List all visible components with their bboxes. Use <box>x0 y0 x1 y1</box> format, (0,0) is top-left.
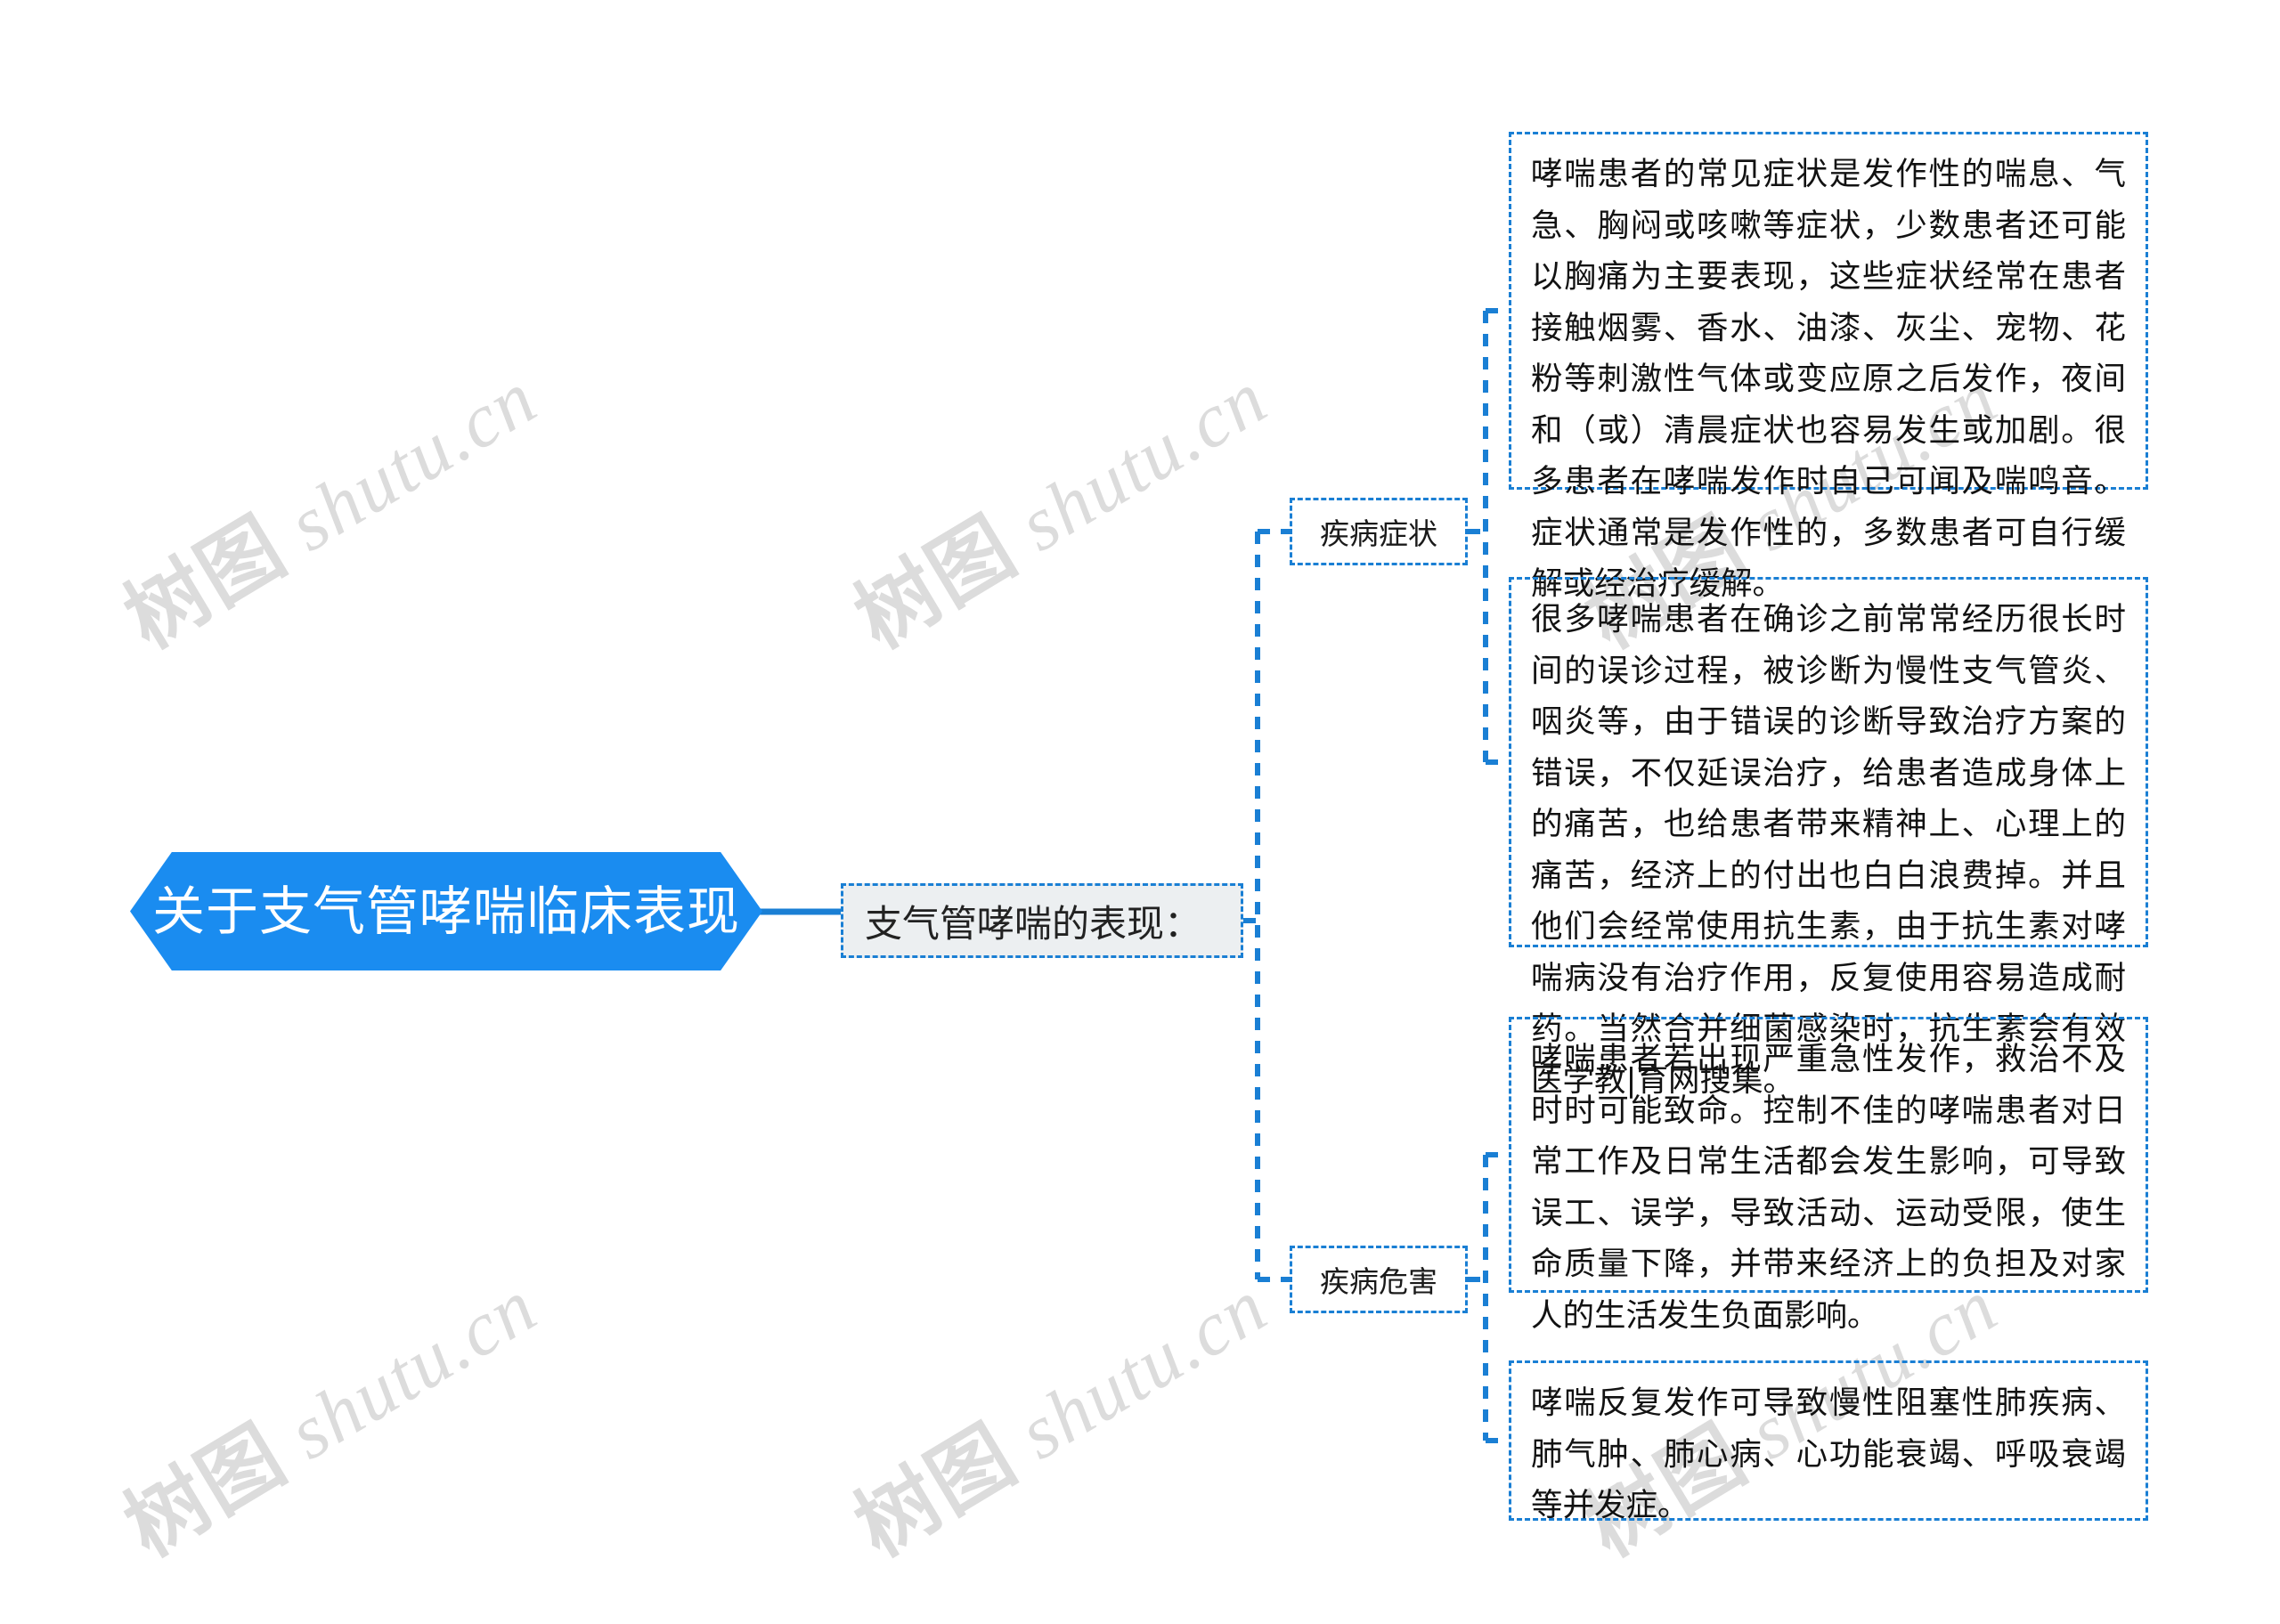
watermark-tile: 树图 shutu.cn <box>829 1240 1284 1579</box>
level2-node-disease-symptoms[interactable]: 疾病症状 <box>1290 498 1468 565</box>
watermark-latin: shutu.cn <box>273 353 551 568</box>
watermark-cjk: 树图 <box>839 499 1032 667</box>
root-node-label: 关于支气管哮喘临床表现 <box>151 880 740 942</box>
mindmap-canvas: 树图 shutu.cn 树图 shutu.cn 树图 shutu.cn 树图 s… <box>0 0 2280 1624</box>
watermark-tile: 树图 shutu.cn <box>99 332 554 670</box>
watermark-latin: shutu.cn <box>1004 1262 1282 1476</box>
level2-node-disease-harm[interactable]: 疾病危害 <box>1290 1246 1468 1313</box>
leaf-node-harm-detail-1[interactable]: 哮喘患者若出现严重急性发作，救治不及时时可能致命。控制不佳的哮喘患者对日常工作及… <box>1509 1017 2148 1334</box>
watermark-latin: shutu.cn <box>1004 353 1282 568</box>
level2-node-label: 疾病症状 <box>1320 516 1437 551</box>
level1-node-manifestations[interactable]: 支气管哮喘的表现： <box>841 883 1243 958</box>
leaf-node-text: 哮喘反复发作可导致慢性阻塞性肺疾病、肺气肿、肺心病、心功能衰竭、呼吸衰竭等并发症… <box>1531 1384 2126 1523</box>
watermark-cjk: 树图 <box>109 499 302 667</box>
leaf-node-symptoms-detail-1[interactable]: 哮喘患者的常见症状是发作性的喘息、气急、胸闷或咳嗽等症状，少数患者还可能以胸痛为… <box>1509 132 2148 602</box>
level1-node-label: 支气管哮喘的表现： <box>865 901 1202 946</box>
leaf-node-text: 哮喘患者的常见症状是发作性的喘息、气急、胸闷或咳嗽等症状，少数患者还可能以胸痛为… <box>1531 156 2126 602</box>
leaf-node-text: 哮喘患者若出现严重急性发作，救治不及时时可能致命。控制不佳的哮喘患者对日常工作及… <box>1531 1041 2126 1334</box>
leaf-node-harm-detail-2[interactable]: 哮喘反复发作可导致慢性阻塞性肺疾病、肺气肿、肺心病、心功能衰竭、呼吸衰竭等并发症… <box>1509 1360 2148 1523</box>
watermark-latin: shutu.cn <box>273 1262 551 1476</box>
watermark-tile: 树图 shutu.cn <box>829 332 1284 670</box>
watermark-tile: 树图 shutu.cn <box>99 1240 554 1579</box>
root-node[interactable]: 关于支气管哮喘临床表现 <box>130 852 762 970</box>
level2-node-label: 疾病危害 <box>1320 1264 1437 1299</box>
watermark-cjk: 树图 <box>109 1407 302 1575</box>
watermark-cjk: 树图 <box>839 1407 1032 1575</box>
leaf-node-symptoms-detail-2[interactable]: 很多哮喘患者在确诊之前常常经历很长时间的误诊过程，被诊断为慢性支气管炎、咽炎等，… <box>1509 577 2148 1099</box>
